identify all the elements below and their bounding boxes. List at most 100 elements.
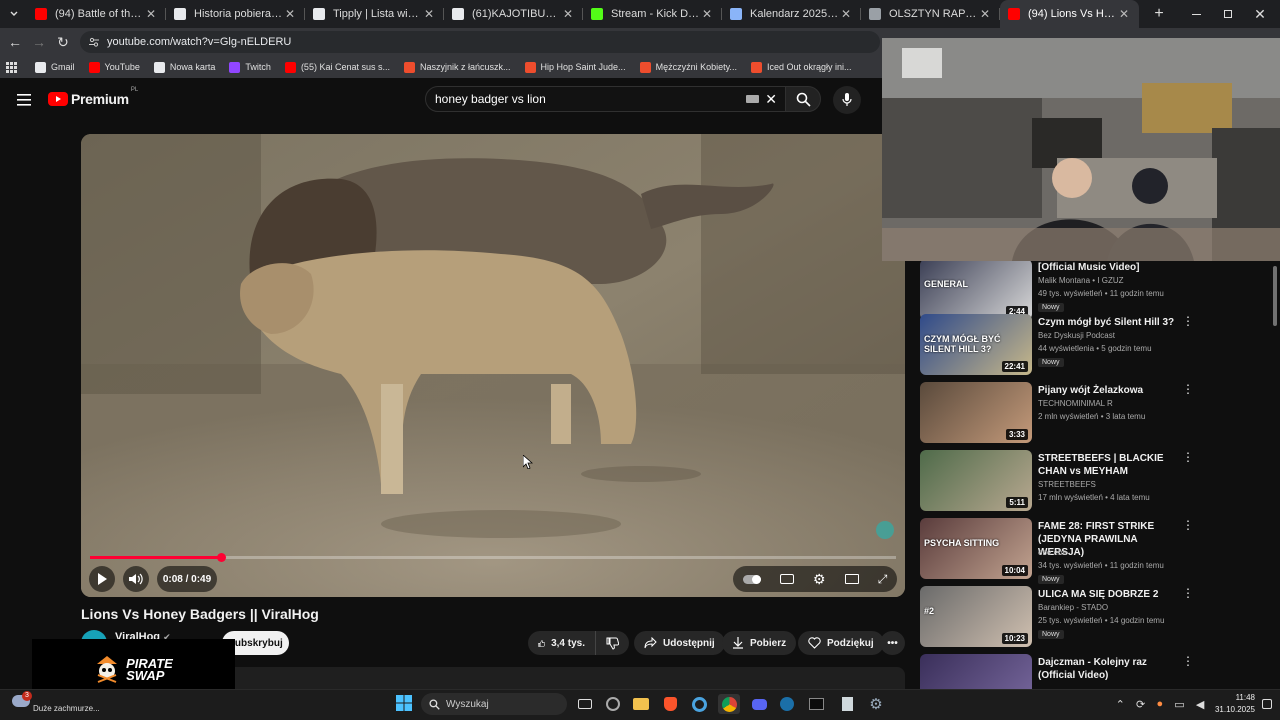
recommendation-item[interactable]: CZYM MÓGŁ BYĆ SILENT HILL 3? 22:41 Czym mó… (920, 314, 1272, 378)
clear-search-icon[interactable]: ✕ (765, 91, 777, 108)
restore-button[interactable] (1212, 2, 1244, 26)
download-button[interactable]: Pobierz (722, 631, 797, 655)
chrome-icon[interactable] (718, 694, 740, 714)
video-thumbnail[interactable]: 5:11 (920, 450, 1032, 511)
youtube-logo[interactable]: Premium PL (48, 87, 138, 107)
settings-icon[interactable]: ⚙ (865, 694, 887, 714)
miniplayer-icon[interactable] (844, 574, 859, 584)
notepad-icon[interactable] (836, 694, 858, 714)
close-tab-icon[interactable]: ✕ (839, 7, 853, 21)
back-button[interactable]: ← (3, 30, 27, 54)
bookmark-item[interactable]: Mężczyźni Kobiety... (639, 61, 737, 73)
network-icon[interactable]: ▭ (1174, 698, 1184, 711)
video-thumbnail[interactable] (920, 654, 1032, 689)
new-tab-button[interactable]: + (1147, 2, 1171, 26)
more-vertical-icon[interactable]: ⋮ (1182, 383, 1194, 395)
video-thumbnail[interactable]: #2 10:23 (920, 586, 1032, 647)
clock[interactable]: 11:48 31.10.2025 (1210, 692, 1255, 716)
video-thumbnail[interactable]: CZYM MÓGŁ BYĆ SILENT HILL 3? 22:41 (920, 314, 1032, 375)
close-tab-icon[interactable]: ✕ (422, 7, 436, 21)
browser-tab[interactable]: Historia pobierania ✕ (166, 0, 305, 28)
browser-tab[interactable]: (94) Battle of the Heroes✕ (27, 0, 166, 28)
bookmark-item[interactable]: Gmail (35, 61, 75, 73)
menu-button[interactable] (17, 93, 31, 106)
browser-tab[interactable]: Tipply | Lista wiadomości✕ (305, 0, 444, 28)
recommendation-item[interactable]: 5:11 STREETBEEFS | BLACKIE CHAN vs MEYHAM… (920, 450, 1272, 514)
share-button[interactable]: Udostępnij (634, 631, 725, 655)
weather-widget[interactable]: 3 Duże zachmurze... (10, 691, 120, 718)
terminal-icon[interactable] (805, 694, 827, 714)
dislike-button[interactable] (595, 631, 629, 655)
like-button[interactable]: 3,4 tys. (528, 631, 595, 655)
reload-button[interactable]: ↻ (51, 30, 75, 54)
file-explorer-icon[interactable] (630, 694, 652, 714)
tab-search-button[interactable] (1, 2, 27, 26)
close-tab-icon[interactable]: ✕ (283, 7, 297, 21)
brave-browser-icon[interactable] (659, 694, 681, 714)
progress-track[interactable] (90, 553, 896, 562)
thanks-button[interactable]: Podziękuj (798, 631, 884, 655)
scrollbar-thumb[interactable] (1273, 266, 1277, 326)
recommendation-item[interactable]: 3:33 Pijany wójt Żelazkowa TECHNOMINIMAL R… (920, 382, 1272, 446)
subtitles-icon[interactable] (779, 574, 794, 584)
bookmark-item[interactable]: Nowa karta (153, 61, 215, 73)
voice-search-button[interactable] (833, 86, 861, 114)
bookmark-item[interactable]: Twitch (229, 61, 271, 73)
close-tab-icon[interactable]: ✕ (1117, 7, 1131, 21)
browser-tab[interactable]: Kalendarz 2025 - z datam✕ (722, 0, 861, 28)
taskbar-search[interactable]: Wyszukaj (421, 693, 567, 715)
more-vertical-icon[interactable]: ⋮ (1182, 315, 1194, 327)
close-tab-icon[interactable]: ✕ (144, 7, 158, 21)
tray-app-icon[interactable]: ⟳ (1136, 698, 1145, 711)
volume-tray-icon[interactable]: ◀ (1196, 698, 1204, 711)
bookmark-item[interactable]: (55) Kai Cenat sus s... (284, 61, 390, 73)
ccleaner-icon[interactable] (688, 694, 710, 714)
close-window-button[interactable]: ✕ (1244, 2, 1276, 26)
browser-tab[interactable]: Stream - Kick Dashboard✕ (583, 0, 722, 28)
task-view-icon[interactable] (574, 694, 596, 714)
notifications-icon[interactable] (1262, 699, 1272, 709)
forward-button[interactable]: → (27, 30, 51, 54)
start-button[interactable] (393, 693, 415, 713)
browser-tab[interactable]: (94) Lions Vs Honey Badg✕ (1000, 0, 1139, 28)
steam-icon[interactable] (776, 694, 798, 714)
more-actions-button[interactable]: ••• (880, 631, 905, 655)
volume-button[interactable] (123, 566, 149, 592)
video-thumbnail[interactable]: PSYCHA SITTING 10:04 (920, 518, 1032, 579)
bookmark-item[interactable]: Hip Hop Saint Jude... (524, 61, 626, 73)
browser-tab[interactable]: (61)KAJOTIBUCZYK (@kaj✕ (444, 0, 583, 28)
close-tab-icon[interactable]: ✕ (561, 7, 575, 21)
microphone-tray-icon[interactable]: ● (1156, 698, 1163, 710)
keyboard-icon[interactable] (746, 95, 760, 103)
video-thumbnail[interactable]: 3:33 (920, 382, 1032, 443)
bookmark-item[interactable]: YouTube (88, 61, 140, 73)
more-vertical-icon[interactable]: ⋮ (1182, 451, 1194, 463)
apps-icon[interactable] (6, 61, 17, 73)
autoplay-toggle-icon[interactable] (742, 574, 761, 584)
fullscreen-icon[interactable]: ⤢ (878, 572, 888, 587)
recommendation-item[interactable]: #2 10:23 ULICA MA SIĘ DOBRZE 2 Barankiep - … (920, 586, 1272, 650)
video-thumbnail[interactable]: GENERAL 2:44 (920, 261, 1032, 320)
more-vertical-icon[interactable]: ⋮ (1182, 655, 1194, 667)
recommendation-item[interactable]: Dajczman - Kolejny raz (Official Video) ⋮ (920, 654, 1272, 689)
address-bar[interactable]: youtube.com/watch?v=Glg-nELDERU (80, 31, 880, 53)
search-button[interactable] (785, 86, 821, 112)
bookmark-item[interactable]: Iced Out okrągły ini... (750, 61, 852, 73)
recommendation-item[interactable]: PSYCHA SITTING 10:04 FAME 28: FIRST STRIKE… (920, 518, 1272, 584)
settings-gear-icon[interactable]: ⚙ (813, 571, 826, 588)
copilot-icon[interactable] (602, 694, 624, 714)
close-tab-icon[interactable]: ✕ (700, 7, 714, 21)
bookmark-item[interactable]: Naszyjnik z łańcuszk... (403, 61, 511, 73)
browser-tab[interactable]: OLSZTYN RAP FESTIVAL✕ (861, 0, 1000, 28)
play-button[interactable] (89, 566, 115, 592)
more-vertical-icon[interactable]: ⋮ (1182, 519, 1194, 531)
tray-overflow-icon[interactable]: ⌃ (1116, 698, 1125, 711)
more-vertical-icon[interactable]: ⋮ (1182, 587, 1194, 599)
video-player[interactable]: 0:08 / 0:49 ⚙ ⤢ (81, 134, 905, 597)
minimize-button[interactable] (1180, 2, 1212, 26)
bookmark-favicon-icon (153, 61, 165, 73)
discord-icon[interactable] (748, 694, 770, 714)
recommendations-scrollbar[interactable] (1272, 262, 1278, 688)
close-tab-icon[interactable]: ✕ (978, 7, 992, 21)
search-input[interactable]: honey badger vs lion ✕ (425, 86, 787, 112)
